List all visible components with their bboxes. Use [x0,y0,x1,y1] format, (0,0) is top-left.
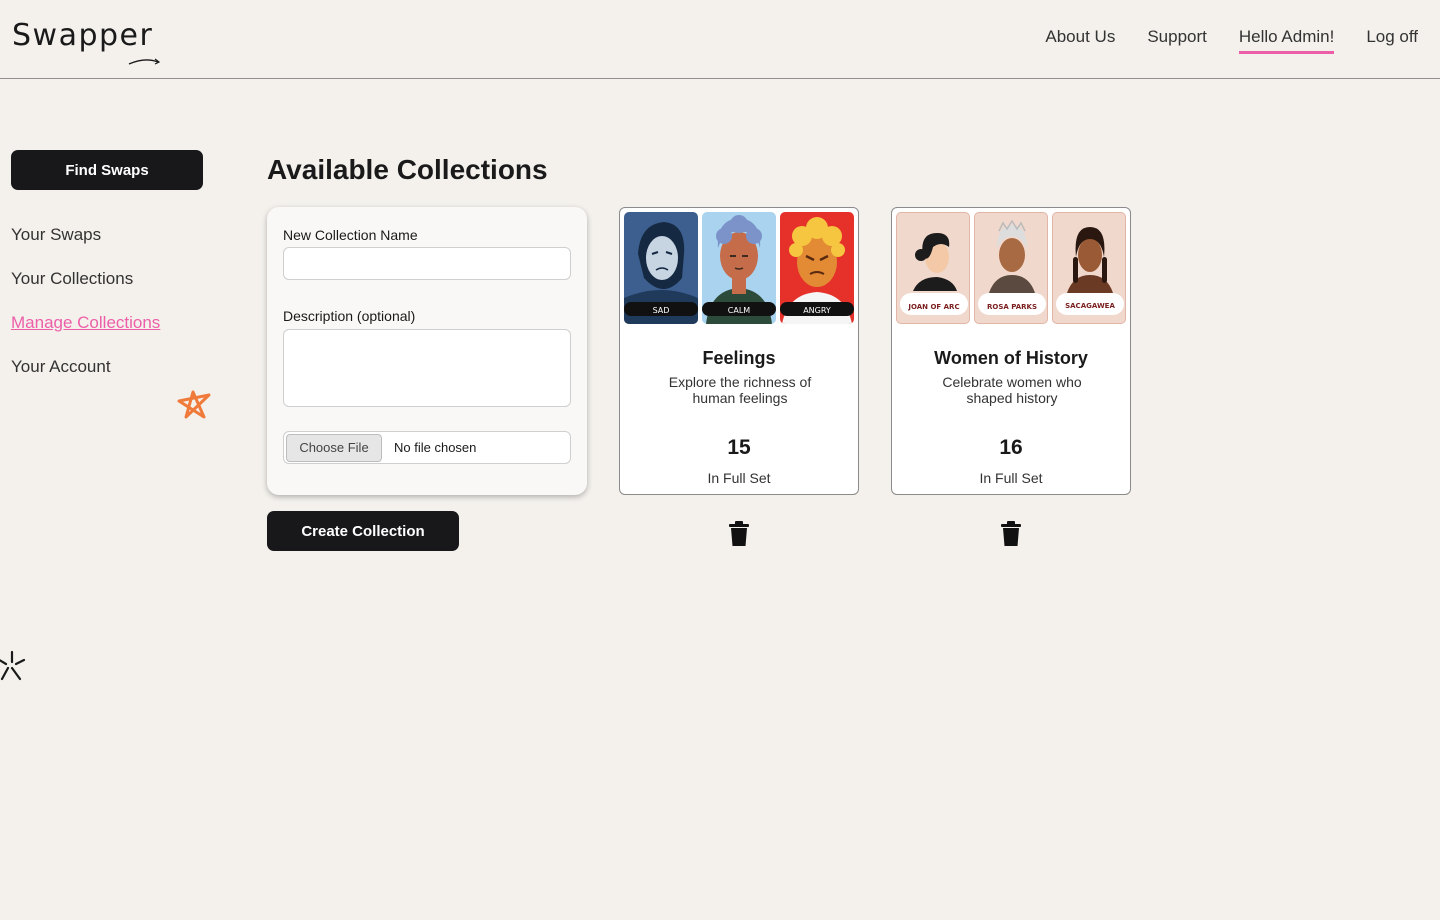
card-thumb-angry: ANGRY [780,212,854,324]
new-collection-form: New Collection Name Description (optiona… [267,207,587,495]
description-textarea[interactable] [283,329,571,407]
collection-title: Feelings [702,348,776,368]
top-nav: About Us Support Hello Admin! Log off [1045,27,1418,54]
logo[interactable]: Swapper [12,18,153,53]
file-status: No file chosen [394,440,477,455]
nav-about-us[interactable]: About Us [1045,27,1115,54]
collection-card-feelings[interactable]: SAD CALM ANGRY Feelings Explore the rich… [619,207,859,495]
sidebar-item-your-collections[interactable]: Your Collections [11,269,203,289]
nav-support[interactable]: Support [1147,27,1207,54]
collection-title: Women of History [934,348,1088,368]
card-label-joan-of-arc: JOAN OF ARC [907,303,959,311]
sidebar-links: Your Swaps Your Collections Manage Colle… [11,225,203,377]
file-upload-field[interactable]: Choose File No file chosen [283,431,571,464]
collection-count: 16 [999,436,1023,459]
card-thumb-rosa-parks: ROSA PARKS [974,212,1048,324]
description-label: Description (optional) [283,308,416,324]
collection-description: Explore the richness of human feelings [668,374,812,406]
card-thumb-joan-of-arc: JOAN OF ARC [896,212,970,324]
nav-greeting[interactable]: Hello Admin! [1238,27,1335,54]
page-title: Available Collections [267,154,548,185]
star-doodle-icon [177,390,211,419]
trash-icon[interactable] [728,521,750,547]
find-swaps-button[interactable]: Find Swaps [11,150,203,190]
collection-count: 15 [727,436,751,459]
collection-card-women-of-history[interactable]: JOAN OF ARC ROSA PARKS SACAGAWEA Women o… [891,207,1131,495]
sidebar-item-manage-collections[interactable]: Manage Collections [11,313,203,333]
card-label-rosa-parks: ROSA PARKS [987,303,1037,311]
card-label-calm: CALM [728,306,751,315]
top-header: Swapper About Us Support Hello Admin! Lo… [0,0,1440,79]
card-thumbnails: SAD CALM ANGRY [624,212,854,324]
create-collection-button[interactable]: Create Collection [267,511,459,551]
card-thumb-sacagawea: SACAGAWEA [1052,212,1126,324]
collection-description: Celebrate women who shaped history [942,374,1082,406]
collection-name-label: New Collection Name [283,227,418,243]
trash-icon[interactable] [1000,521,1022,547]
collection-count-label: In Full Set [979,470,1043,486]
sidebar-item-your-swaps[interactable]: Your Swaps [11,225,203,245]
collection-count-label: In Full Set [707,470,771,486]
sidebar-item-your-account[interactable]: Your Account [11,357,203,377]
sparkle-doodle-icon [0,650,26,681]
choose-file-button[interactable]: Choose File [286,433,382,462]
card-label-angry: ANGRY [803,306,831,315]
collection-name-input[interactable] [283,247,571,280]
card-label-sad: SAD [653,306,670,315]
nav-log-off[interactable]: Log off [1366,27,1418,54]
card-thumb-calm: CALM [702,212,776,324]
card-label-sacagawea: SACAGAWEA [1065,302,1115,310]
logo-swoosh-icon [128,58,161,65]
card-thumbnails: JOAN OF ARC ROSA PARKS SACAGAWEA [896,212,1126,324]
sidebar: Find Swaps Your Swaps Your Collections M… [11,150,203,377]
card-thumb-sad: SAD [624,212,698,324]
